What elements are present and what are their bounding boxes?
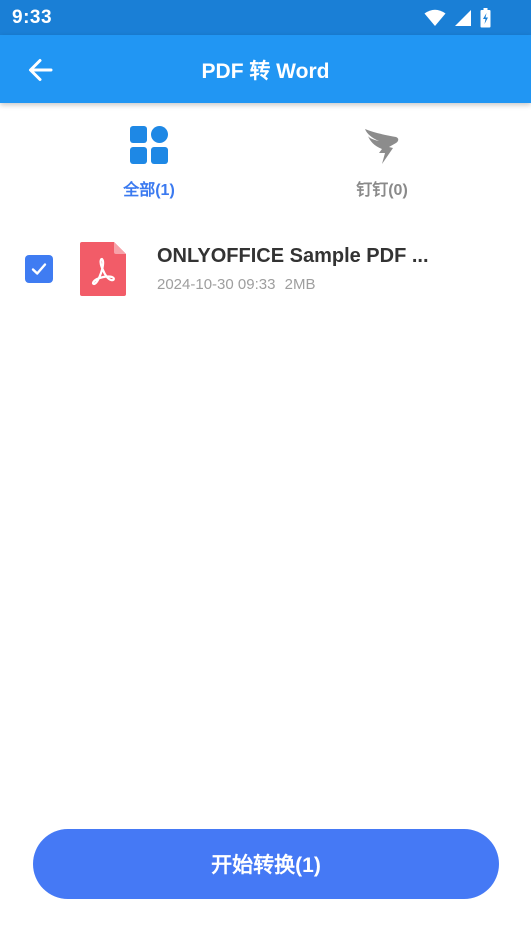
dingtalk-logo-icon [365, 129, 399, 164]
file-size: 2MB [284, 276, 316, 293]
status-time: 9:33 [12, 7, 53, 28]
file-meta: 2024-10-30 09:33 2MB [157, 276, 315, 293]
file-name: ONLYOFFICE Sample PDF ... [157, 245, 429, 267]
grid-icon [130, 126, 168, 164]
start-convert-button[interactable]: 开始转换(1) [33, 829, 499, 899]
tab-dingtalk-label: 钉钉(0) [356, 182, 408, 199]
pdf-file-icon [80, 242, 126, 296]
page-title: PDF 转 Word [201, 60, 330, 83]
tab-dingtalk[interactable]: 钉钉(0) [312, 125, 452, 205]
file-checkbox[interactable] [25, 255, 53, 283]
battery-charging-icon [480, 8, 491, 28]
file-date: 2024-10-30 09:33 [157, 276, 276, 293]
wifi-icon [424, 9, 446, 26]
tab-all[interactable]: 全部(1) [79, 125, 219, 205]
status-bar: 9:33 [0, 0, 531, 35]
checkmark-icon [31, 263, 47, 275]
status-icons [424, 7, 491, 29]
tab-all-label: 全部(1) [123, 182, 175, 199]
app-bar: PDF 转 Word [0, 35, 531, 103]
source-tabs: 全部(1) 钉钉(0) [0, 103, 531, 213]
cellular-signal-icon [455, 10, 471, 26]
screen: 9:33 PDF 转 Word 全部(1) 钉钉(0) ONLYOFFICE S… [0, 0, 531, 944]
file-row[interactable]: ONLYOFFICE Sample PDF ... 2024-10-30 09:… [0, 228, 531, 312]
